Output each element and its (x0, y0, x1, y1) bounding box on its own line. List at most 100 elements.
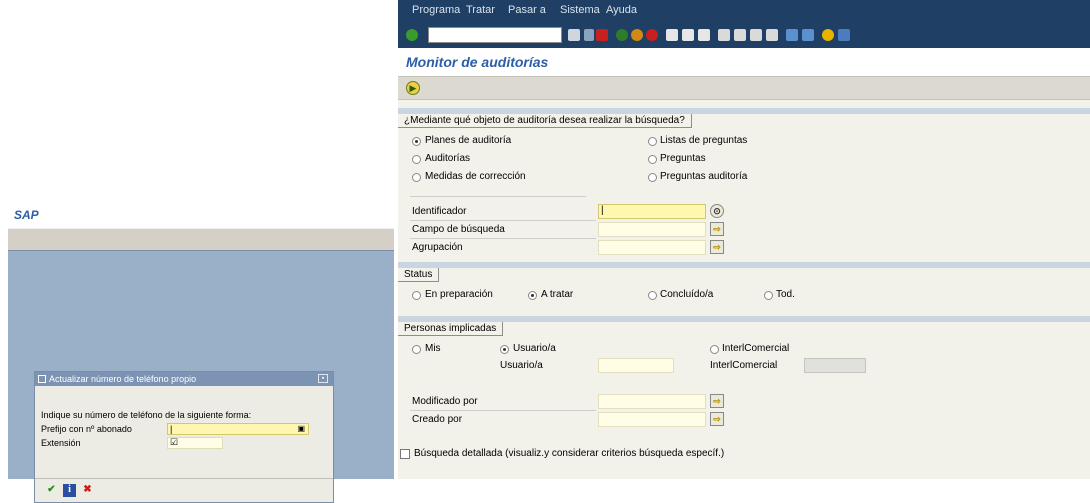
label-interlcomercial: InterlComercial (722, 343, 790, 354)
help-icon[interactable] (822, 29, 834, 41)
prefix-input[interactable]: | ▣ (167, 423, 309, 435)
prev-page-icon[interactable] (734, 29, 746, 41)
extension-label: Extensión (41, 438, 81, 448)
radio-auditorias[interactable] (412, 155, 421, 164)
arrow-right-icon[interactable]: ⇨ (710, 240, 724, 254)
radio-mis[interactable] (412, 345, 421, 354)
find-next-icon[interactable] (698, 29, 710, 41)
modificado-input[interactable] (598, 394, 706, 409)
shortcut-icon[interactable] (802, 29, 814, 41)
label-usuario: Usuario/a (513, 343, 556, 354)
campo-input[interactable] (598, 222, 706, 237)
identificador-input[interactable]: | (598, 204, 706, 219)
extension-input[interactable]: ☑ (167, 437, 223, 449)
radio-preguntas-auditoria[interactable] (648, 173, 657, 182)
dialog-title-bar: Actualizar número de teléfono propio ▪ (35, 372, 333, 386)
application-toolbar: ▶ (398, 76, 1090, 100)
usuario-field-label: Usuario/a (500, 360, 543, 371)
print-icon[interactable] (666, 29, 678, 41)
new-session-icon[interactable] (786, 29, 798, 41)
agrupacion-label: Agrupación (412, 242, 463, 253)
group-title: ¿Mediante qué objeto de auditoría desea … (398, 114, 692, 128)
detailed-search-checkbox[interactable] (400, 449, 410, 459)
layout-menu-icon[interactable] (838, 29, 850, 41)
close-icon[interactable]: ▪ (318, 374, 328, 383)
menu-ayuda[interactable]: Ayuda (606, 4, 637, 16)
confirm-icon[interactable]: ✔ (45, 484, 58, 497)
interl-field-label: InterlComercial (710, 360, 778, 371)
group-personas: Personas implicadas Mis Usuario/a Interl… (398, 316, 1090, 436)
group-status: Status En preparación A tratar Concluído… (398, 262, 1090, 312)
label-medidas: Medidas de corrección (425, 171, 526, 182)
menu-bar: Programa Tratar Pasar a Sistema Ayuda (398, 0, 1090, 20)
exit-icon[interactable] (631, 29, 643, 41)
usuario-input[interactable] (598, 358, 674, 373)
multiple-selection-icon[interactable]: ⊙ (710, 204, 724, 218)
sap-window-left: SAP Actualizar número de teléfono propio… (8, 200, 394, 503)
phone-dialog: Actualizar número de teléfono propio ▪ I… (34, 371, 334, 503)
page-title: Monitor de auditorías (406, 54, 549, 70)
label-planes: Planes de auditoría (425, 135, 512, 146)
title-area: Monitor de auditorías (398, 48, 1090, 76)
info-icon[interactable]: i (63, 484, 76, 497)
save-icon[interactable] (596, 29, 608, 41)
window-body: Actualizar número de teléfono propio ▪ I… (8, 250, 394, 503)
arrow-right-icon[interactable]: ⇨ (710, 222, 724, 236)
enter-icon[interactable] (406, 29, 418, 41)
radio-listas[interactable] (648, 137, 657, 146)
group-title: Status (398, 268, 440, 282)
menu-programa[interactable]: Programa (412, 4, 460, 16)
label-mis: Mis (425, 343, 441, 354)
radio-a-tratar[interactable] (528, 291, 537, 300)
radio-todos[interactable] (764, 291, 773, 300)
back-icon[interactable] (616, 29, 628, 41)
find-icon[interactable] (682, 29, 694, 41)
sap-title: SAP (14, 208, 39, 222)
radio-concluido[interactable] (648, 291, 657, 300)
radio-usuario[interactable] (500, 345, 509, 354)
nav-left-icon[interactable] (584, 29, 594, 41)
arrow-right-icon[interactable]: ⇨ (710, 412, 724, 426)
separator (410, 220, 596, 221)
search-help-icon[interactable]: ▣ (297, 424, 305, 433)
radio-preguntas[interactable] (648, 155, 657, 164)
command-field[interactable] (428, 27, 562, 43)
label-auditorias: Auditorías (425, 153, 471, 164)
cancel-icon[interactable] (646, 29, 658, 41)
creado-input[interactable] (598, 412, 706, 427)
sap-window-right: Programa Tratar Pasar a Sistema Ayuda Mo… (398, 0, 1090, 479)
dialog-icon (38, 375, 46, 383)
arrow-right-icon[interactable]: ⇨ (710, 394, 724, 408)
radio-en-preparacion[interactable] (412, 291, 421, 300)
modificado-label: Modificado por (412, 396, 478, 407)
menu-sistema[interactable]: Sistema (560, 4, 600, 16)
cancel-icon[interactable]: ✖ (81, 484, 94, 497)
menu-pasar-a[interactable]: Pasar a (508, 4, 546, 16)
prefix-label: Prefijo con nº abonado (41, 424, 132, 434)
interlcomercial-input[interactable] (804, 358, 866, 373)
label-todos: Tod. (776, 289, 795, 300)
label-concluido: Concluído/a (660, 289, 714, 300)
agrupacion-input[interactable] (598, 240, 706, 255)
group-title: Personas implicadas (398, 322, 504, 336)
radio-interlcomercial[interactable] (710, 345, 719, 354)
next-page-icon[interactable] (750, 29, 762, 41)
radio-medidas[interactable] (412, 173, 421, 182)
execute-icon[interactable]: ▶ (406, 81, 420, 95)
separator (410, 196, 586, 197)
campo-label: Campo de búsqueda (412, 224, 505, 235)
creado-label: Creado por (412, 414, 463, 425)
first-page-icon[interactable] (718, 29, 730, 41)
label-preguntas: Preguntas (660, 153, 706, 164)
group-search-object: ¿Mediante qué objeto de auditoría desea … (398, 108, 1090, 256)
menu-tratar[interactable]: Tratar (466, 4, 495, 16)
label-listas: Listas de preguntas (660, 135, 748, 146)
separator (410, 410, 596, 411)
dialog-toolbar: ✔ i ✖ (35, 478, 333, 502)
radio-planes[interactable] (412, 137, 421, 146)
detailed-search-label: Búsqueda detallada (visualiz.y considera… (414, 448, 725, 459)
separator (410, 238, 596, 239)
last-page-icon[interactable] (766, 29, 778, 41)
history-icon[interactable] (568, 29, 580, 41)
toolbar-strip (8, 228, 394, 250)
